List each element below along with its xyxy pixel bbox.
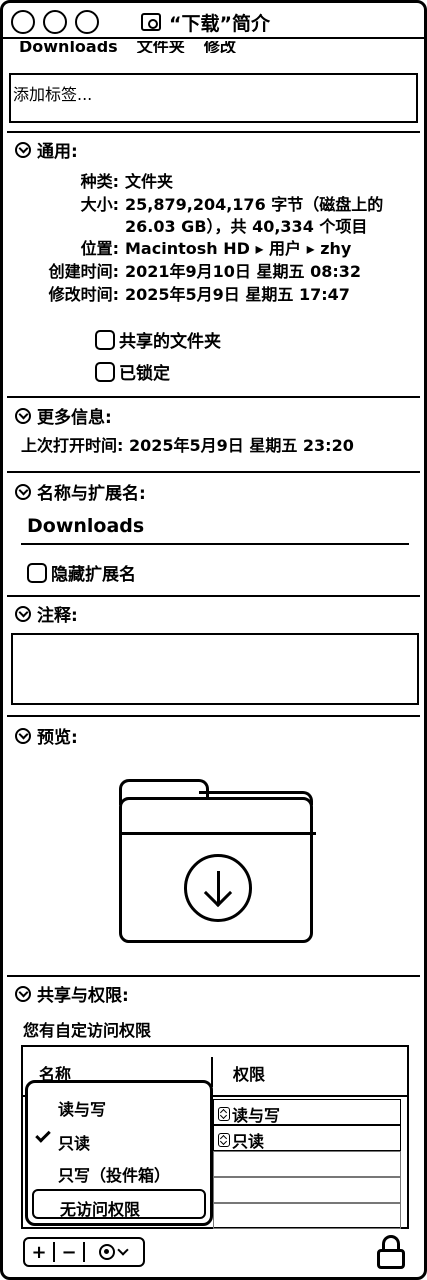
menu-item-label: 只读 bbox=[58, 1134, 91, 1153]
section-divider bbox=[7, 396, 420, 398]
close-button[interactable] bbox=[11, 10, 35, 34]
section-divider bbox=[7, 975, 420, 977]
disclosure-chevron-icon bbox=[15, 605, 31, 622]
column-separator bbox=[211, 1057, 213, 1087]
disclosure-chevron-icon bbox=[15, 727, 31, 744]
hide-extension-label: 隐藏扩展名 bbox=[51, 565, 136, 585]
downloads-folder-icon bbox=[141, 13, 161, 31]
size-value-line2: 26.03 GB），共 40,334 个项目 bbox=[125, 217, 368, 236]
gear-icon bbox=[99, 1244, 115, 1260]
empty-row bbox=[213, 1151, 401, 1177]
zoom-button[interactable] bbox=[75, 10, 99, 34]
section-divider bbox=[7, 595, 420, 597]
created-label: 创建时间: bbox=[48, 262, 119, 281]
hide-extension-checkbox[interactable]: 隐藏扩展名 bbox=[27, 560, 136, 585]
comments-section-header[interactable]: 注释: bbox=[15, 601, 78, 626]
info-window: “下载”简介 Downloads 文件夹 修改 添加标签... 通用: 种类: … bbox=[0, 0, 427, 1280]
last-opened-text: 上次打开时间: 2025年5月9日 星期五 23:20 bbox=[21, 436, 354, 455]
add-button[interactable]: + bbox=[25, 1239, 53, 1265]
window-title: “下载”简介 bbox=[169, 12, 270, 35]
more-info-section-header[interactable]: 更多信息: bbox=[15, 403, 112, 428]
created-value: 2021年9月10日 星期五 08:32 bbox=[125, 262, 362, 281]
popup-stepper-icon bbox=[218, 1107, 230, 1121]
download-arrow-icon bbox=[184, 854, 252, 922]
checkbox-box[interactable] bbox=[27, 562, 47, 583]
menu-item-label: 读与写 bbox=[58, 1100, 107, 1119]
title-bar: “下载”简介 bbox=[3, 3, 424, 39]
privilege-popup-button[interactable]: 只读 bbox=[213, 1125, 401, 1151]
action-menu-button[interactable] bbox=[85, 1239, 141, 1265]
section-divider bbox=[7, 131, 420, 133]
locked-label: 已锁定 bbox=[119, 364, 170, 384]
where-value: Macintosh HD ▸ 用户 ▸ zhy bbox=[125, 239, 352, 258]
kind-value: 文件夹 bbox=[125, 172, 174, 191]
disclosure-chevron-icon bbox=[15, 985, 31, 1002]
menu-item[interactable]: 读与写 bbox=[28, 1091, 210, 1121]
disclosure-chevron-icon bbox=[15, 483, 31, 500]
more-info-header-label: 更多信息: bbox=[37, 408, 112, 428]
remove-button[interactable]: − bbox=[55, 1239, 83, 1265]
clipped-text: Downloads bbox=[19, 41, 118, 53]
menu-item-selected[interactable]: 无访问权限 bbox=[32, 1189, 206, 1219]
sharing-section-header[interactable]: 共享与权限: bbox=[15, 981, 129, 1006]
shared-folder-checkbox[interactable]: 共享的文件夹 bbox=[95, 327, 221, 352]
empty-row bbox=[213, 1177, 401, 1203]
permissions-toolbar: + − bbox=[23, 1237, 145, 1267]
clipped-text: 修改 bbox=[203, 41, 236, 53]
modified-value: 2025年5月9日 星期五 17:47 bbox=[125, 285, 350, 304]
popup-stepper-icon bbox=[218, 1133, 230, 1147]
name-ext-section-header[interactable]: 名称与扩展名: bbox=[15, 479, 146, 504]
disclosure-chevron-icon bbox=[15, 407, 31, 424]
privilege-popup-menu: 读与写 只读 只写（投件箱） 无访问权限 bbox=[25, 1080, 213, 1226]
menu-item-label: 无访问权限 bbox=[60, 1200, 141, 1219]
section-divider bbox=[7, 471, 420, 473]
preview-header-label: 预览: bbox=[37, 728, 78, 748]
privilege-value: 只读 bbox=[232, 1132, 265, 1151]
preview-section-header[interactable]: 预览: bbox=[15, 723, 78, 748]
chevron-down-icon bbox=[117, 1244, 129, 1256]
locked-checkbox[interactable]: 已锁定 bbox=[95, 359, 170, 384]
downloads-folder-preview-icon bbox=[119, 779, 316, 943]
shared-folder-label: 共享的文件夹 bbox=[119, 332, 221, 352]
window-title-group: “下载”简介 bbox=[141, 9, 270, 35]
general-header-label: 通用: bbox=[37, 142, 78, 162]
section-divider bbox=[7, 715, 420, 717]
checkmark-icon bbox=[35, 1127, 51, 1143]
size-label: 大小: bbox=[80, 195, 119, 214]
tags-placeholder: 添加标签... bbox=[13, 85, 93, 104]
checkbox-box[interactable] bbox=[95, 329, 115, 350]
clipped-text: 文件夹 bbox=[136, 41, 185, 53]
disclosure-chevron-icon bbox=[15, 141, 31, 158]
name-ext-header-label: 名称与扩展名: bbox=[37, 484, 146, 504]
menu-item[interactable]: 只写（投件箱） bbox=[28, 1157, 210, 1187]
name-value: Downloads bbox=[27, 515, 145, 537]
empty-row bbox=[213, 1203, 401, 1229]
tags-input[interactable]: 添加标签... bbox=[9, 73, 418, 123]
menu-item-label: 只写（投件箱） bbox=[58, 1166, 171, 1185]
minimize-button[interactable] bbox=[43, 10, 67, 34]
clipped-summary-row: Downloads 文件夹 修改 bbox=[19, 41, 409, 53]
lock-icon[interactable] bbox=[377, 1235, 405, 1269]
modified-label: 修改时间: bbox=[48, 285, 119, 304]
menu-item[interactable]: 只读 bbox=[28, 1125, 210, 1155]
where-label: 位置: bbox=[80, 239, 119, 258]
access-subtitle: 您有自定访问权限 bbox=[23, 1021, 152, 1040]
sharing-header-label: 共享与权限: bbox=[37, 986, 129, 1006]
name-input[interactable]: Downloads bbox=[21, 511, 409, 545]
comments-textarea[interactable] bbox=[11, 633, 419, 705]
col-privilege-header[interactable]: 权限 bbox=[233, 1061, 265, 1085]
kind-label: 种类: bbox=[80, 172, 119, 191]
checkbox-box[interactable] bbox=[95, 361, 115, 382]
comments-header-label: 注释: bbox=[37, 606, 78, 626]
general-section-header[interactable]: 通用: bbox=[15, 137, 78, 162]
privilege-value: 读与写 bbox=[232, 1106, 281, 1125]
size-value-line1: 25,879,204,176 字节（磁盘上的 bbox=[125, 195, 384, 214]
privilege-popup-button[interactable]: 读与写 bbox=[213, 1099, 401, 1125]
